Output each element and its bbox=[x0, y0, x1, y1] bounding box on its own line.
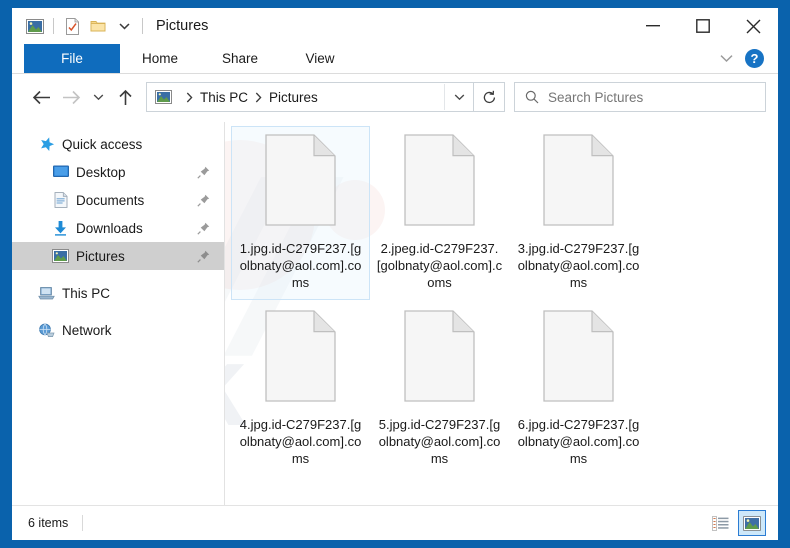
blank-file-icon bbox=[542, 309, 615, 408]
file-name-1: 1.jpg.id-C279F237.[golbnaty@aol.com].com… bbox=[239, 241, 362, 290]
sidebar-label-downloads: Downloads bbox=[76, 220, 143, 236]
ribbon-tab-bar: File Home Share View ? bbox=[12, 44, 778, 74]
file-item-6[interactable]: 6.jpg.id-C279F237.[golbnaty@aol.com].com… bbox=[509, 302, 648, 476]
sidebar-item-pictures[interactable]: Pictures bbox=[12, 242, 224, 270]
sidebar-item-downloads[interactable]: Downloads bbox=[12, 214, 224, 242]
toolbar-separator-1 bbox=[53, 18, 54, 34]
details-view-button[interactable] bbox=[706, 510, 734, 536]
tab-view[interactable]: View bbox=[280, 44, 360, 73]
status-bar: 6 items bbox=[12, 505, 778, 540]
star-icon bbox=[38, 136, 55, 153]
this-pc-icon bbox=[38, 285, 55, 302]
file-name-6: 6.jpg.id-C279F237.[golbnaty@aol.com].com… bbox=[517, 417, 640, 466]
sidebar-label-quick-access: Quick access bbox=[62, 136, 143, 152]
search-icon bbox=[525, 90, 539, 104]
pin-icon[interactable] bbox=[197, 194, 210, 207]
view-mode-buttons bbox=[706, 510, 766, 536]
pin-icon[interactable] bbox=[197, 250, 210, 263]
new-folder-icon[interactable] bbox=[85, 13, 111, 39]
breadcrumb-separator-1 bbox=[255, 92, 262, 103]
tab-share[interactable]: Share bbox=[200, 44, 280, 73]
help-button[interactable]: ? bbox=[745, 49, 764, 68]
blank-file-icon bbox=[403, 133, 476, 232]
recent-locations-chevron-icon[interactable] bbox=[86, 82, 110, 112]
search-input[interactable]: Search Pictures bbox=[514, 82, 766, 112]
downloads-icon bbox=[52, 220, 69, 237]
properties-icon[interactable] bbox=[59, 13, 85, 39]
file-item-4[interactable]: 4.jpg.id-C279F237.[golbnaty@aol.com].com… bbox=[231, 302, 370, 476]
status-separator bbox=[82, 515, 84, 531]
documents-icon bbox=[52, 192, 69, 209]
file-name-2: 2.jpeg.id-C279F237.[golbnaty@aol.com].co… bbox=[376, 241, 503, 290]
quick-access-toolbar: Pictures bbox=[12, 13, 208, 39]
pictures-folder-icon[interactable] bbox=[22, 13, 48, 39]
large-icons-view-button[interactable] bbox=[738, 510, 766, 536]
file-list-view[interactable]: // risk 1.jpg.id-C279F237.[golbnaty@aol.… bbox=[225, 120, 778, 505]
blank-file-icon bbox=[542, 133, 615, 232]
pin-icon[interactable] bbox=[197, 166, 210, 179]
breadcrumb-pictures[interactable]: Pictures bbox=[269, 90, 318, 105]
file-explorer-window: Pictures File Home Share View ? This PC … bbox=[12, 8, 778, 540]
breadcrumb[interactable]: This PC Pictures bbox=[146, 82, 474, 112]
tab-file[interactable]: File bbox=[24, 44, 120, 73]
file-item-1[interactable]: 1.jpg.id-C279F237.[golbnaty@aol.com].com… bbox=[231, 126, 370, 300]
desktop-icon bbox=[52, 164, 69, 181]
file-grid: 1.jpg.id-C279F237.[golbnaty@aol.com].com… bbox=[225, 120, 778, 478]
sidebar-item-network[interactable]: Network bbox=[12, 316, 224, 344]
breadcrumb-dropdown-icon[interactable] bbox=[444, 84, 473, 110]
up-arrow-icon[interactable] bbox=[110, 82, 140, 112]
customize-chevron-icon[interactable] bbox=[111, 13, 137, 39]
minimize-button[interactable] bbox=[628, 8, 678, 44]
blank-file-icon bbox=[264, 133, 337, 232]
file-name-3: 3.jpg.id-C279F237.[golbnaty@aol.com].com… bbox=[517, 241, 640, 290]
file-name-4: 4.jpg.id-C279F237.[golbnaty@aol.com].com… bbox=[239, 417, 362, 466]
breadcrumb-pictures-icon bbox=[155, 90, 172, 104]
sidebar-label-pictures: Pictures bbox=[76, 248, 125, 264]
address-bar: This PC Pictures Search Pictures bbox=[12, 74, 778, 120]
pictures-icon bbox=[52, 248, 69, 265]
file-item-2[interactable]: 2.jpeg.id-C279F237.[golbnaty@aol.com].co… bbox=[370, 126, 509, 300]
file-item-3[interactable]: 3.jpg.id-C279F237.[golbnaty@aol.com].com… bbox=[509, 126, 648, 300]
file-item-5[interactable]: 5.jpg.id-C279F237.[golbnaty@aol.com].com… bbox=[370, 302, 509, 476]
search-placeholder: Search Pictures bbox=[548, 89, 644, 105]
file-name-5: 5.jpg.id-C279F237.[golbnaty@aol.com].com… bbox=[378, 417, 501, 466]
sidebar-item-quick-access[interactable]: Quick access bbox=[12, 130, 224, 158]
blank-file-icon bbox=[264, 309, 337, 408]
sidebar-label-documents: Documents bbox=[76, 192, 145, 208]
sidebar-label-this-pc: This PC bbox=[62, 285, 111, 301]
window-controls bbox=[628, 8, 778, 44]
toolbar-separator-2 bbox=[142, 18, 143, 34]
sidebar-gap-1 bbox=[12, 270, 224, 279]
sidebar-item-this-pc[interactable]: This PC bbox=[12, 279, 224, 307]
sidebar-item-documents[interactable]: Documents bbox=[12, 186, 224, 214]
explorer-body: Quick access Desktop Documents Downloads… bbox=[12, 120, 778, 505]
breadcrumb-this-pc[interactable]: This PC bbox=[200, 90, 248, 105]
navigation-pane: Quick access Desktop Documents Downloads… bbox=[12, 120, 224, 505]
title-bar: Pictures bbox=[12, 8, 778, 44]
sidebar-item-desktop[interactable]: Desktop bbox=[12, 158, 224, 186]
item-count: 6 items bbox=[28, 516, 69, 530]
blank-file-icon bbox=[403, 309, 476, 408]
chevron-down-icon[interactable] bbox=[713, 46, 739, 72]
screen: Pictures File Home Share View ? This PC … bbox=[0, 0, 790, 548]
sidebar-label-desktop: Desktop bbox=[76, 164, 126, 180]
maximize-button[interactable] bbox=[678, 8, 728, 44]
window-title: Pictures bbox=[156, 18, 209, 34]
pin-icon[interactable] bbox=[197, 222, 210, 235]
sidebar-label-network: Network bbox=[62, 322, 112, 338]
breadcrumb-separator-0 bbox=[186, 92, 193, 103]
tab-home[interactable]: Home bbox=[120, 44, 200, 73]
network-icon bbox=[38, 322, 55, 339]
forward-arrow-icon[interactable] bbox=[56, 82, 86, 112]
back-arrow-icon[interactable] bbox=[26, 82, 56, 112]
refresh-button[interactable] bbox=[474, 82, 505, 112]
sidebar-gap-2 bbox=[12, 307, 224, 316]
ribbon-right-controls: ? bbox=[713, 44, 772, 73]
close-button[interactable] bbox=[728, 8, 778, 44]
